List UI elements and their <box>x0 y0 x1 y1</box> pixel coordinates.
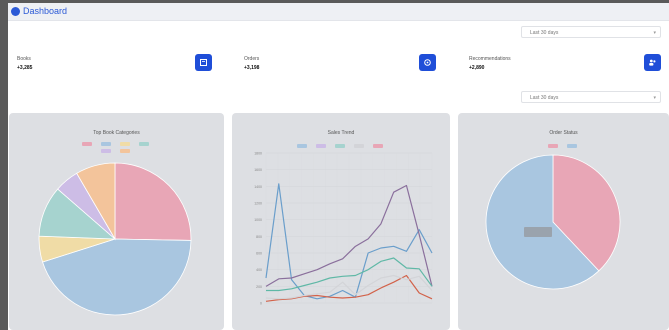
chart-card-order-status: Order Status <box>458 113 669 330</box>
line-chart-sales-trend: 1800 1600 1400 1200 1000 800 600 400 200 0 <box>254 152 433 306</box>
kpi-orders-value: +3,198 <box>244 65 260 71</box>
kpi-orders-label: Orders <box>244 56 260 62</box>
y-tick-label: 800 <box>256 235 262 239</box>
y-tick-label: 200 <box>256 285 262 289</box>
kpi-orders-button[interactable] <box>419 54 436 71</box>
y-tick-label: 400 <box>256 268 262 272</box>
y-tick-label: 0 <box>260 302 262 306</box>
pie-slice-0[interactable] <box>114 162 192 241</box>
kpi-recommendations: Recommendations +2,890 <box>469 48 669 78</box>
cart-icon <box>424 59 431 66</box>
kpi-recommendations-value: +2,890 <box>469 65 485 71</box>
chart-card-sales-trend: Sales Trend 1800 1600 1400 1200 1000 800 600 40… <box>232 113 450 330</box>
kpi-books-button[interactable] <box>195 54 212 71</box>
y-tick-label: 1400 <box>254 185 262 189</box>
kpi-books-value: +3,285 <box>17 65 33 71</box>
kpi-books: Books +3,285 <box>17 48 217 78</box>
chart-card-categories: Top Book Categories <box>9 113 224 330</box>
kpi-recommendations-label: Recommendations <box>469 56 511 62</box>
kpi-recommendations-button[interactable] <box>644 54 661 71</box>
window-frame-left <box>0 0 8 330</box>
users-icon <box>649 59 656 66</box>
date-range-select-bottom[interactable]: Last 30 days ▾ <box>521 91 661 103</box>
app-logo-icon <box>11 7 20 16</box>
top-bar: Dashboard <box>8 3 669 21</box>
date-range-select-top-value: Last 30 days <box>530 30 559 36</box>
chevron-down-icon: ▾ <box>653 95 656 101</box>
y-tick-label: 1200 <box>254 202 262 206</box>
book-icon <box>200 59 207 66</box>
date-range-select-bottom-value: Last 30 days <box>530 95 559 101</box>
y-tick-label: 1600 <box>254 168 262 172</box>
kpi-orders: Orders +3,198 <box>244 48 444 78</box>
y-tick-label: 1000 <box>254 218 262 222</box>
date-range-select-top[interactable]: Last 30 days ▾ <box>521 26 661 38</box>
pie-tooltip <box>524 227 552 237</box>
kpi-books-label: Books <box>17 56 31 62</box>
app-title[interactable]: Dashboard <box>23 6 67 17</box>
pie-chart-categories <box>38 162 192 316</box>
chevron-down-icon: ▾ <box>653 30 656 36</box>
pie-chart-order-status <box>485 154 621 290</box>
y-tick-label: 600 <box>256 252 262 256</box>
y-tick-label: 1800 <box>254 152 262 156</box>
